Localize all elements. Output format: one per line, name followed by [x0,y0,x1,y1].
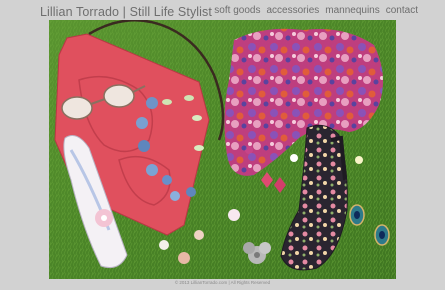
nav-accessories[interactable]: accessories [266,5,319,16]
still-life-photo [49,20,396,279]
main-nav: soft goods accessories mannequins contac… [214,5,418,16]
nav-soft-goods[interactable]: soft goods [214,5,260,16]
footer-copyright: © 2013 LillianTorrado.com | All Rights R… [174,280,271,285]
nav-contact[interactable]: contact [386,5,418,16]
still-life-illustration [49,20,396,279]
nav-mannequins[interactable]: mannequins [325,5,379,16]
site-title[interactable]: Lillian Torrado | Still Life Stylist [40,5,212,19]
small-flower [159,240,169,250]
